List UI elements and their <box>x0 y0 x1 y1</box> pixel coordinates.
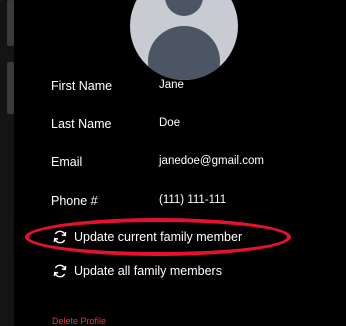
first-name-label: First Name <box>51 79 113 93</box>
update-current-member-label: Update current family member <box>74 230 243 244</box>
avatar-shoulders <box>148 26 220 80</box>
screenshot: First Name Jane Last Name Doe Email jane… <box>0 0 346 326</box>
update-current-member-button[interactable]: Update current family member <box>52 227 242 247</box>
phone-frame: First Name Jane Last Name Doe Email jane… <box>0 0 346 326</box>
update-all-members-button[interactable]: Update all family members <box>52 261 222 281</box>
phone-label: Phone # <box>51 194 98 208</box>
avatar <box>130 0 238 80</box>
phone-side-button <box>7 62 14 114</box>
last-name-label: Last Name <box>51 117 112 131</box>
refresh-icon <box>52 263 68 279</box>
first-name-value[interactable]: Jane <box>159 79 184 91</box>
profile-screen: First Name Jane Last Name Doe Email jane… <box>20 0 346 326</box>
email-label: Email <box>51 155 83 169</box>
refresh-icon <box>52 229 68 245</box>
avatar-head <box>165 0 203 16</box>
phone-bezel <box>0 0 14 326</box>
update-all-members-label: Update all family members <box>74 264 222 278</box>
delete-profile-link[interactable]: Delete Profile <box>52 316 106 326</box>
email-value[interactable]: janedoe@gmail.com <box>159 155 264 167</box>
phone-value[interactable]: (111) 111-111 <box>159 194 226 206</box>
phone-side-button <box>7 0 14 46</box>
last-name-value[interactable]: Doe <box>159 117 180 129</box>
